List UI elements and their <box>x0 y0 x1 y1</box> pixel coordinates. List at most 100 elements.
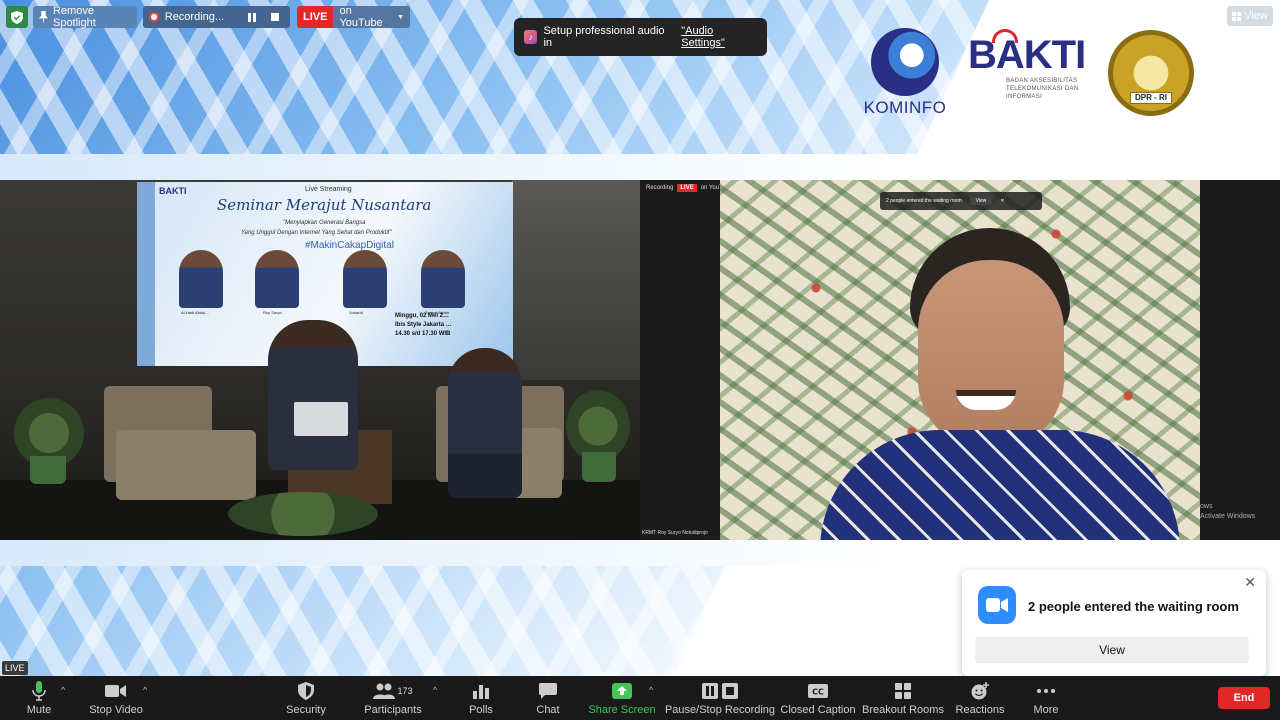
kominfo-logo-text: KOMINFO <box>863 98 947 117</box>
speaker-photo <box>255 250 299 308</box>
breakout-rooms-label: Breakout Rooms <box>862 704 944 716</box>
banner-subtitle-2: Yang Unggul Dengan Internet Yang Sehat d… <box>241 230 392 236</box>
stop-video-button[interactable]: Stop Video <box>88 676 144 720</box>
closed-caption-icon: CC <box>808 684 828 698</box>
pause-box-icon <box>702 683 718 699</box>
view-label: View <box>1244 10 1268 22</box>
banner-logo: BAKTI <box>159 186 187 196</box>
security-shield-icon <box>298 682 314 700</box>
share-options-caret-icon[interactable]: ^ <box>649 685 653 695</box>
shared-waiting-text: 2 people entered the waiting room <box>886 198 962 204</box>
chat-label: Chat <box>536 704 560 716</box>
share-screen-label: Share Screen <box>588 704 656 716</box>
smiley-plus-icon <box>971 682 989 700</box>
shared-recording-label: Recording <box>646 185 674 191</box>
speaker-photo <box>343 250 387 308</box>
video-tile-participant[interactable]: Recording LIVE on YouTube 2 people enter… <box>640 180 1280 540</box>
pause-stop-recording-label: Pause/Stop Recording <box>664 704 776 716</box>
participant-shirt <box>820 430 1180 540</box>
audio-note-text: Setup professional audio in <box>543 25 665 49</box>
caret-down-icon: ▼ <box>397 13 404 21</box>
stop-video-label: Stop Video <box>89 704 143 716</box>
presenter-person <box>268 320 358 470</box>
svg-text:CC: CC <box>812 688 824 697</box>
banner-hashtag: #MakinCakapDigital <box>305 240 394 251</box>
speaker-person <box>448 348 522 498</box>
background-band-bottom <box>0 540 1280 566</box>
shared-live-indicator: LIVE <box>677 184 697 192</box>
grid-icon <box>1232 11 1242 21</box>
audio-settings-notification: ♪ Setup professional audio in "Audio Set… <box>514 18 767 56</box>
mute-button[interactable]: Mute <box>20 676 58 720</box>
microphone-icon <box>32 681 46 701</box>
activate-windows-watermark: ows Activate Windows <box>1200 503 1256 520</box>
banner-time-line: 14.30 s/d 17.30 WIB <box>395 331 451 337</box>
speaker-name: Roy Suryo <box>263 310 282 315</box>
breakout-rooms-icon <box>895 683 911 699</box>
close-icon[interactable]: ✕ <box>1244 574 1256 591</box>
audio-options-caret-icon[interactable]: ^ <box>61 685 65 695</box>
view-options-button[interactable]: View <box>1227 6 1273 26</box>
participants-count: 173 <box>397 686 413 696</box>
meeting-control-bar: Mute ^ Stop Video ^ Security 173 Partici… <box>0 676 1280 720</box>
speaker-name: Suhardi <box>349 310 363 315</box>
more-button[interactable]: More <box>1030 676 1062 720</box>
video-options-caret-icon[interactable]: ^ <box>143 685 147 695</box>
banner-live-streaming: Live Streaming <box>305 186 352 193</box>
bakti-logo-subtitle: BADAN AKSESIBILITAS TELEKOMUNIKASI DAN I… <box>1006 78 1079 100</box>
share-screen-arrow-icon <box>612 683 632 699</box>
live-badge: LIVE <box>2 661 28 675</box>
recording-status: Recording... <box>143 6 290 28</box>
security-label: Security <box>286 704 326 716</box>
recording-dot-icon <box>149 12 159 22</box>
remove-spotlight-button[interactable]: Remove Spotlight <box>33 5 137 29</box>
shared-waiting-room-note: 2 people entered the waiting room View ✕ <box>880 192 1042 210</box>
chat-bubble-icon <box>539 683 557 699</box>
pause-stop-recording-button[interactable]: Pause/Stop Recording <box>664 676 776 720</box>
breakout-rooms-button[interactable]: Breakout Rooms <box>862 676 944 720</box>
participants-button[interactable]: 173 Participants <box>364 676 422 720</box>
mute-label: Mute <box>26 704 52 716</box>
share-screen-button[interactable]: Share Screen <box>588 676 656 720</box>
stop-icon <box>271 13 280 21</box>
banner-event-details: Minggu, 02 Mei 2… Ibis Style Jakarta … 1… <box>395 312 452 339</box>
plant-pot-right <box>582 452 616 482</box>
security-button[interactable]: Security <box>284 676 328 720</box>
polls-button[interactable]: Polls <box>466 676 496 720</box>
banner-date-line: Minggu, 02 Mei 2… <box>395 313 450 319</box>
chat-button[interactable]: Chat <box>532 676 564 720</box>
participants-icon <box>373 683 396 699</box>
zoom-camera-icon <box>978 586 1016 624</box>
more-label: More <box>1033 704 1059 716</box>
end-meeting-button[interactable]: End <box>1218 687 1270 709</box>
banner-title: Seminar Merajut Nusantara <box>217 196 432 214</box>
participant-face <box>918 260 1064 450</box>
shared-close-icon: ✕ <box>1000 198 1005 204</box>
security-shield-button[interactable] <box>6 6 28 28</box>
youtube-label: on YouTube <box>339 6 383 28</box>
stop-box-icon <box>722 683 738 699</box>
dpr-emblem-logo: DPR - RI <box>1108 30 1194 116</box>
music-note-icon: ♪ <box>524 30 538 44</box>
bakti-logo: BAKTI BADAN AKSESIBILITAS TELEKOMUNIKASI… <box>968 29 1088 119</box>
video-tile-seminar-room[interactable]: BAKTI Live Streaming Seminar Merajut Nus… <box>0 180 640 540</box>
polls-label: Polls <box>469 704 493 716</box>
audio-settings-link[interactable]: "Audio Settings" <box>681 25 757 49</box>
remove-spotlight-label: Remove Spotlight <box>52 5 96 29</box>
live-on-youtube-dropdown[interactable]: LIVE on YouTube ▼ <box>297 6 410 28</box>
waiting-room-view-button[interactable]: View <box>975 637 1249 663</box>
dpr-logo-text: DPR - RI <box>1130 92 1172 104</box>
shared-view-button: View <box>969 197 993 205</box>
speaker-name: Al-Hadi Abdul… <box>181 310 210 315</box>
banner-subtitle-1: "Menyiapkan Generasi Bangsa <box>283 220 366 226</box>
room-wall <box>512 180 640 380</box>
pause-recording-button[interactable] <box>244 8 261 26</box>
kominfo-emblem-icon <box>871 28 939 96</box>
closed-caption-button[interactable]: CC Closed Caption <box>780 676 856 720</box>
closed-caption-label: Closed Caption <box>780 704 856 716</box>
plant-foreground <box>228 492 378 536</box>
stop-recording-button[interactable] <box>267 8 284 26</box>
participants-options-caret-icon[interactable]: ^ <box>433 685 437 695</box>
reactions-button[interactable]: Reactions <box>956 676 1004 720</box>
kominfo-logo: KOMINFO <box>858 26 952 120</box>
